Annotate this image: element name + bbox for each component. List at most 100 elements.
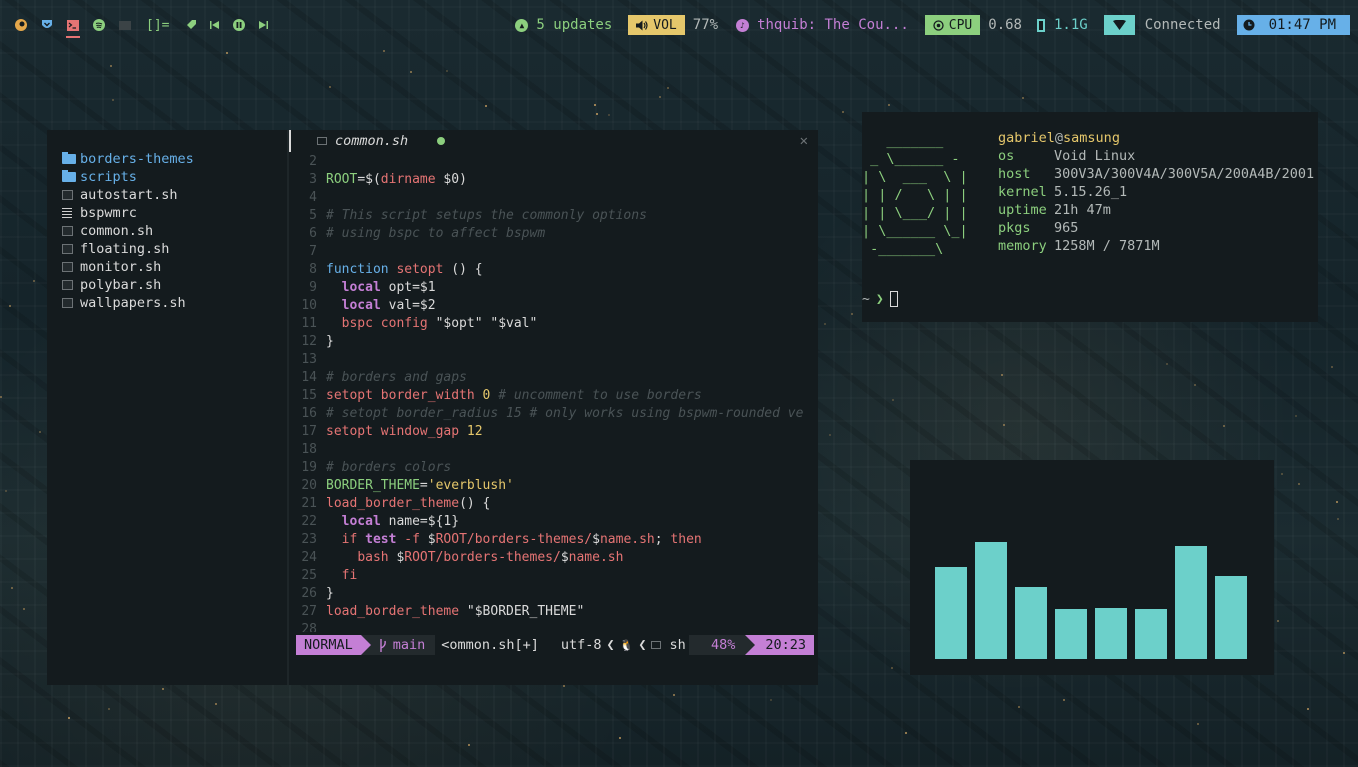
code-line[interactable]: 25 fi <box>289 566 818 584</box>
line-number: 22 <box>301 513 317 529</box>
clock-time: 01:47 PM <box>1260 15 1350 35</box>
line-number: 2 <box>309 153 317 169</box>
rocket-icon[interactable] <box>179 10 203 40</box>
volume-module[interactable]: VOL 77% <box>628 15 718 35</box>
polybar: []= ▲ 5 updates VOL 77% ♪ thquib: The Co… <box>8 10 1350 40</box>
info-key: os <box>998 148 1015 164</box>
code-token: load_border_theme <box>326 495 460 511</box>
code-token: ROOT <box>435 531 467 547</box>
code-line[interactable]: 7 <box>289 242 818 260</box>
workspace-folder[interactable] <box>112 10 138 40</box>
code-line[interactable]: 11 bspc config "$opt" "$val" <box>289 314 818 332</box>
config-file-icon <box>62 208 72 218</box>
line-number: 19 <box>301 459 317 475</box>
tab-common-sh[interactable]: common.sh <box>289 130 459 152</box>
code-line[interactable]: 18 <box>289 440 818 458</box>
line-number: 20 <box>301 477 317 493</box>
code-line[interactable]: 10 local val=$2 <box>289 296 818 314</box>
code-editor[interactable]: common.sh ✕ 2 3 ROOT =$(dirname $0) 4 5 # This… <box>287 130 818 685</box>
code-line[interactable]: 15 setopt border_width 0 # uncomment to u… <box>289 386 818 404</box>
line-number: 28 <box>301 621 317 633</box>
code-line[interactable]: 22 local name=${1} <box>289 512 818 530</box>
code-token: opt=$1 <box>380 279 436 295</box>
code-line[interactable]: 12} <box>289 332 818 350</box>
code-line[interactable]: 23 if test -f $ ROOT/borders-themes/$ name… <box>289 530 818 548</box>
clock-chip <box>1236 15 1261 35</box>
linux-icon: 🐧 <box>619 638 634 652</box>
tree-item-monitor-sh[interactable]: monitor.sh <box>47 258 287 276</box>
code-line[interactable]: 2 <box>289 152 818 170</box>
code-line[interactable]: 24 bash $ ROOT/borders-themes/$ name.sh <box>289 548 818 566</box>
close-icon[interactable]: ✕ <box>800 133 808 149</box>
code-line[interactable]: 5 # This script setups the commonly optio… <box>289 206 818 224</box>
tree-item-polybar-sh[interactable]: polybar.sh <box>47 276 287 294</box>
folder-icon <box>62 170 76 182</box>
cursor-position: 20:23 <box>745 635 814 655</box>
previous-track-icon[interactable] <box>203 10 227 40</box>
tree-item-bspwmrc[interactable]: bspwmrc <box>47 204 287 222</box>
modified-indicator <box>437 137 445 145</box>
code-token: ROOT <box>404 549 436 565</box>
code-line[interactable]: 13 <box>289 350 818 368</box>
code-line[interactable]: 27 load_border_theme "$BORDER_THEME" <box>289 602 818 620</box>
workspace-terminal[interactable] <box>60 10 86 40</box>
tree-item-floating-sh[interactable]: floating.sh <box>47 240 287 258</box>
workspace-shield[interactable] <box>34 10 60 40</box>
visualizer-bar <box>935 567 967 659</box>
visualizer-bar <box>1175 546 1207 659</box>
tree-item-borders-themes[interactable]: borders-themes <box>47 150 287 168</box>
code-line[interactable]: 9 local opt=$1 <box>289 278 818 296</box>
network-chip <box>1103 15 1135 35</box>
layout-indicator[interactable]: []= <box>146 18 169 33</box>
tree-item-wallpapers-sh[interactable]: wallpapers.sh <box>47 294 287 312</box>
music-module[interactable]: ♪ thquib: The Cou... <box>736 15 909 35</box>
username: gabriel <box>998 130 1055 146</box>
code-token: fi <box>341 567 358 583</box>
visualizer-bar <box>1135 609 1167 659</box>
editor-window[interactable]: borders-themes scripts autostart.sh bspwmrc… <box>47 130 818 685</box>
updates-module[interactable]: ▲ 5 updates <box>515 15 612 35</box>
code-token: bspc config <box>341 315 428 331</box>
memory-value: 1.1G <box>1053 17 1088 33</box>
info-key: host <box>998 166 1031 182</box>
tree-item-label: borders-themes <box>80 151 194 167</box>
code-token: } <box>326 333 334 349</box>
code-line[interactable]: 16 # setopt border_radius 15 # only works… <box>289 404 818 422</box>
tree-item-scripts[interactable]: scripts <box>47 168 287 186</box>
tree-item-common-sh[interactable]: common.sh <box>47 222 287 240</box>
encoding-label: utf-8 <box>560 637 602 653</box>
clock-icon <box>1243 19 1255 31</box>
wifi-icon <box>1112 20 1126 30</box>
code-line[interactable]: 4 <box>289 188 818 206</box>
code-line[interactable]: 17 setopt window_gap 12 <box>289 422 818 440</box>
memory-module[interactable]: 1.1G <box>1036 15 1088 35</box>
code-line[interactable]: 21 load_border_theme() { <box>289 494 818 512</box>
network-module[interactable]: Connected <box>1103 15 1221 35</box>
workspace-firefox[interactable] <box>8 10 34 40</box>
workspace-spotify[interactable] <box>86 10 112 40</box>
pause-icon[interactable] <box>227 10 251 40</box>
code-token: ; <box>654 531 671 547</box>
shell-prompt[interactable]: ~ ❯ <box>862 291 898 307</box>
terminal-icon <box>651 641 662 649</box>
code-token: val=$2 <box>380 297 436 313</box>
code-line[interactable]: 20 BORDER_THEME ='everblush' <box>289 476 818 494</box>
code-line[interactable]: 8 function setopt () { <box>289 260 818 278</box>
code-line[interactable]: 19 # borders colors <box>289 458 818 476</box>
code-line[interactable]: 3 ROOT =$(dirname $0) <box>289 170 818 188</box>
shell-file-icon <box>62 262 73 272</box>
next-track-icon[interactable] <box>251 10 275 40</box>
cpu-module[interactable]: CPU 0.68 <box>924 15 1022 35</box>
cwd: ~ <box>862 291 870 307</box>
code-area[interactable]: 2 3 ROOT =$(dirname $0) 4 5 # This script setu… <box>289 152 818 633</box>
code-line[interactable]: 14 # borders and gaps <box>289 368 818 386</box>
code-line[interactable]: 6 # using bspc to affect bspwm <box>289 224 818 242</box>
code-line[interactable]: 28 <box>289 620 818 633</box>
terminal-window[interactable]: _______ _ \______ - | \ ___ \ | | | / \ … <box>862 112 1318 322</box>
code-line[interactable]: 26} <box>289 584 818 602</box>
tree-item-autostart-sh[interactable]: autostart.sh <box>47 186 287 204</box>
clock-module[interactable]: 01:47 PM <box>1236 15 1350 35</box>
